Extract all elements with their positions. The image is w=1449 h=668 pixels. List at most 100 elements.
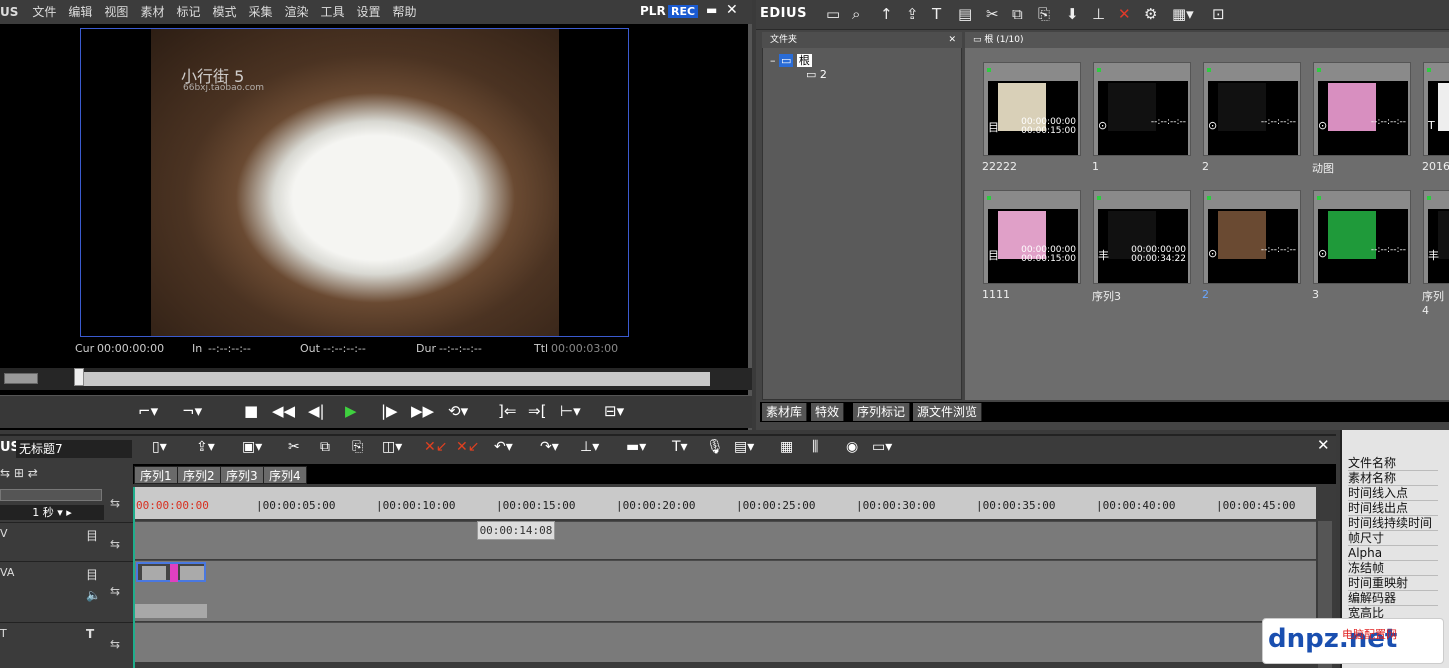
- cut-icon[interactable]: ✂: [986, 5, 999, 23]
- folder-close-icon[interactable]: ✕: [948, 32, 956, 48]
- clip-label[interactable]: 动图: [1312, 160, 1334, 176]
- delete-ripple-icon[interactable]: ✕↙: [424, 439, 447, 455]
- menu-item-10[interactable]: 设置: [351, 0, 387, 24]
- track-header-va[interactable]: VA 目 🔈 ⇆: [0, 561, 133, 619]
- import-icon[interactable]: ⇪: [906, 5, 919, 23]
- clip-label[interactable]: 序列4: [1422, 288, 1449, 317]
- undo-icon[interactable]: ↶▾: [494, 439, 513, 455]
- video-clip[interactable]: [136, 562, 206, 582]
- briefcase-icon[interactable]: ⊡: [1212, 5, 1225, 23]
- delete-icon[interactable]: ✕: [1118, 5, 1131, 23]
- video-track-icon[interactable]: 目: [86, 527, 98, 544]
- trim-icon[interactable]: ⊢▾: [560, 402, 581, 420]
- insert-mode-icon[interactable]: ◫▾: [382, 439, 402, 455]
- sync-icon[interactable]: ⇆: [110, 496, 120, 510]
- overwrite-icon[interactable]: ⇒[: [528, 402, 546, 420]
- set-out-icon[interactable]: ¬▾: [182, 402, 202, 420]
- clip-item[interactable]: ⊙ --:--:--:--: [1203, 62, 1301, 156]
- tab-sequence-4[interactable]: 序列4: [263, 466, 307, 484]
- clip-label[interactable]: 2: [1202, 160, 1209, 173]
- title-icon[interactable]: T: [932, 5, 941, 23]
- menu-item-9[interactable]: 工具: [315, 0, 351, 24]
- cut-icon[interactable]: ✂: [288, 439, 300, 455]
- add-to-track-icon[interactable]: ⊥: [1092, 5, 1105, 23]
- add-to-timeline-icon[interactable]: ⬇: [1066, 5, 1079, 23]
- redo-icon[interactable]: ↷▾: [540, 439, 559, 455]
- clip-label[interactable]: 20160: [1422, 160, 1449, 173]
- clip-item[interactable]: 丰 00:00:00:00 00:00:34:22: [1093, 190, 1191, 284]
- track-lane-t[interactable]: [133, 622, 1316, 662]
- render-icon[interactable]: ▤▾: [734, 439, 754, 455]
- speaker-icon[interactable]: 🔈: [86, 588, 101, 602]
- split-icon[interactable]: ⊥▾: [580, 439, 599, 455]
- grid-icon[interactable]: ▦: [780, 439, 793, 455]
- clip-item[interactable]: 目 00:00:00:00 00:00:15:00: [983, 62, 1081, 156]
- track-header-v[interactable]: V 目 ⇆: [0, 522, 133, 558]
- zoom-slider[interactable]: [0, 489, 102, 501]
- play-icon[interactable]: ▶: [345, 402, 357, 420]
- position-bar[interactable]: [74, 372, 710, 386]
- tab-sequence-1[interactable]: 序列1: [134, 466, 178, 484]
- track-lane-v[interactable]: [133, 521, 1316, 559]
- paste-icon[interactable]: ⎘: [352, 439, 363, 455]
- menu-item-6[interactable]: 模式: [206, 0, 242, 24]
- video-track-icon[interactable]: 目: [86, 566, 98, 583]
- fast-forward-icon[interactable]: ▶▶: [411, 402, 434, 420]
- folder-icon[interactable]: ▭: [826, 5, 840, 23]
- tab-sequence-marker[interactable]: 序列标记: [853, 403, 911, 421]
- jog-slider[interactable]: [4, 373, 38, 384]
- project-name[interactable]: 无标题7: [16, 440, 132, 458]
- tab-bin[interactable]: 素材库: [762, 403, 808, 421]
- menu-item-2[interactable]: 编辑: [62, 0, 98, 24]
- title-track-icon[interactable]: T: [86, 627, 94, 641]
- color-bar-icon[interactable]: ▤: [958, 5, 972, 23]
- clip-item[interactable]: 丰: [1423, 190, 1449, 284]
- menu-item-5[interactable]: 标记: [170, 0, 206, 24]
- rewind-icon[interactable]: ◀◀: [272, 402, 295, 420]
- clip-label[interactable]: 3: [1312, 288, 1319, 301]
- delete-icon[interactable]: ✕↙: [456, 439, 479, 455]
- tree-root[interactable]: – ▭ 根: [770, 52, 812, 68]
- clip-item[interactable]: T: [1423, 62, 1449, 156]
- clip-label[interactable]: 2: [1202, 288, 1209, 301]
- clip-item[interactable]: ⊙ --:--:--:--: [1093, 62, 1191, 156]
- track-icons[interactable]: ⇆ ⊞ ⇄: [0, 466, 38, 480]
- stop-icon[interactable]: ■: [244, 402, 258, 420]
- sync-icon[interactable]: ⇆: [110, 637, 120, 651]
- playhead-line[interactable]: [133, 487, 135, 668]
- tab-source-browser[interactable]: 源文件浏览: [913, 403, 983, 421]
- copy-icon[interactable]: ⧉: [1012, 5, 1023, 23]
- clip-item[interactable]: ⊙ --:--:--:--: [1313, 190, 1411, 284]
- tree-child[interactable]: ▭ 2: [806, 68, 827, 81]
- copy-icon[interactable]: ⧉: [320, 439, 330, 455]
- loop-icon[interactable]: ⟲▾: [448, 402, 468, 420]
- clip-item[interactable]: ⊙ --:--:--:--: [1203, 190, 1301, 284]
- tab-sequence-3[interactable]: 序列3: [220, 466, 264, 484]
- minimize-icon[interactable]: ▬: [706, 3, 717, 17]
- microphone-icon[interactable]: 🎙: [706, 439, 724, 455]
- save-icon[interactable]: ▣▾: [242, 439, 262, 455]
- vectorscope-icon[interactable]: ◉: [846, 439, 858, 455]
- title-icon[interactable]: T▾: [672, 439, 688, 455]
- clip-label[interactable]: 1: [1092, 160, 1099, 173]
- step-forward-icon[interactable]: |▶: [381, 402, 398, 420]
- new-icon[interactable]: ▯▾: [152, 439, 167, 455]
- properties-icon[interactable]: ⚙: [1144, 5, 1157, 23]
- clip-label[interactable]: 1111: [982, 288, 1010, 301]
- open-icon[interactable]: ⇪▾: [196, 439, 215, 455]
- plr-label[interactable]: PLR: [640, 4, 666, 18]
- layout-icon[interactable]: ▭▾: [872, 439, 892, 455]
- insert-icon[interactable]: ]⇐: [498, 402, 516, 420]
- menu-item-1[interactable]: 文件: [26, 0, 62, 24]
- menu-item-8[interactable]: 渲染: [279, 0, 315, 24]
- track-header-t[interactable]: T T ⇆: [0, 622, 133, 662]
- menu-item-7[interactable]: 采集: [242, 0, 278, 24]
- view-icon[interactable]: ▦▾: [1172, 5, 1194, 23]
- clip-item[interactable]: 目 00:00:00:00 00:00:15:00: [983, 190, 1081, 284]
- set-in-icon[interactable]: ⌐▾: [138, 402, 158, 420]
- clip-label[interactable]: 22222: [982, 160, 1017, 173]
- clip-item[interactable]: ⊙ --:--:--:--: [1313, 62, 1411, 156]
- rec-label[interactable]: REC: [668, 5, 699, 18]
- group-icon[interactable]: ▬▾: [626, 439, 646, 455]
- menu-item-4[interactable]: 素材: [134, 0, 170, 24]
